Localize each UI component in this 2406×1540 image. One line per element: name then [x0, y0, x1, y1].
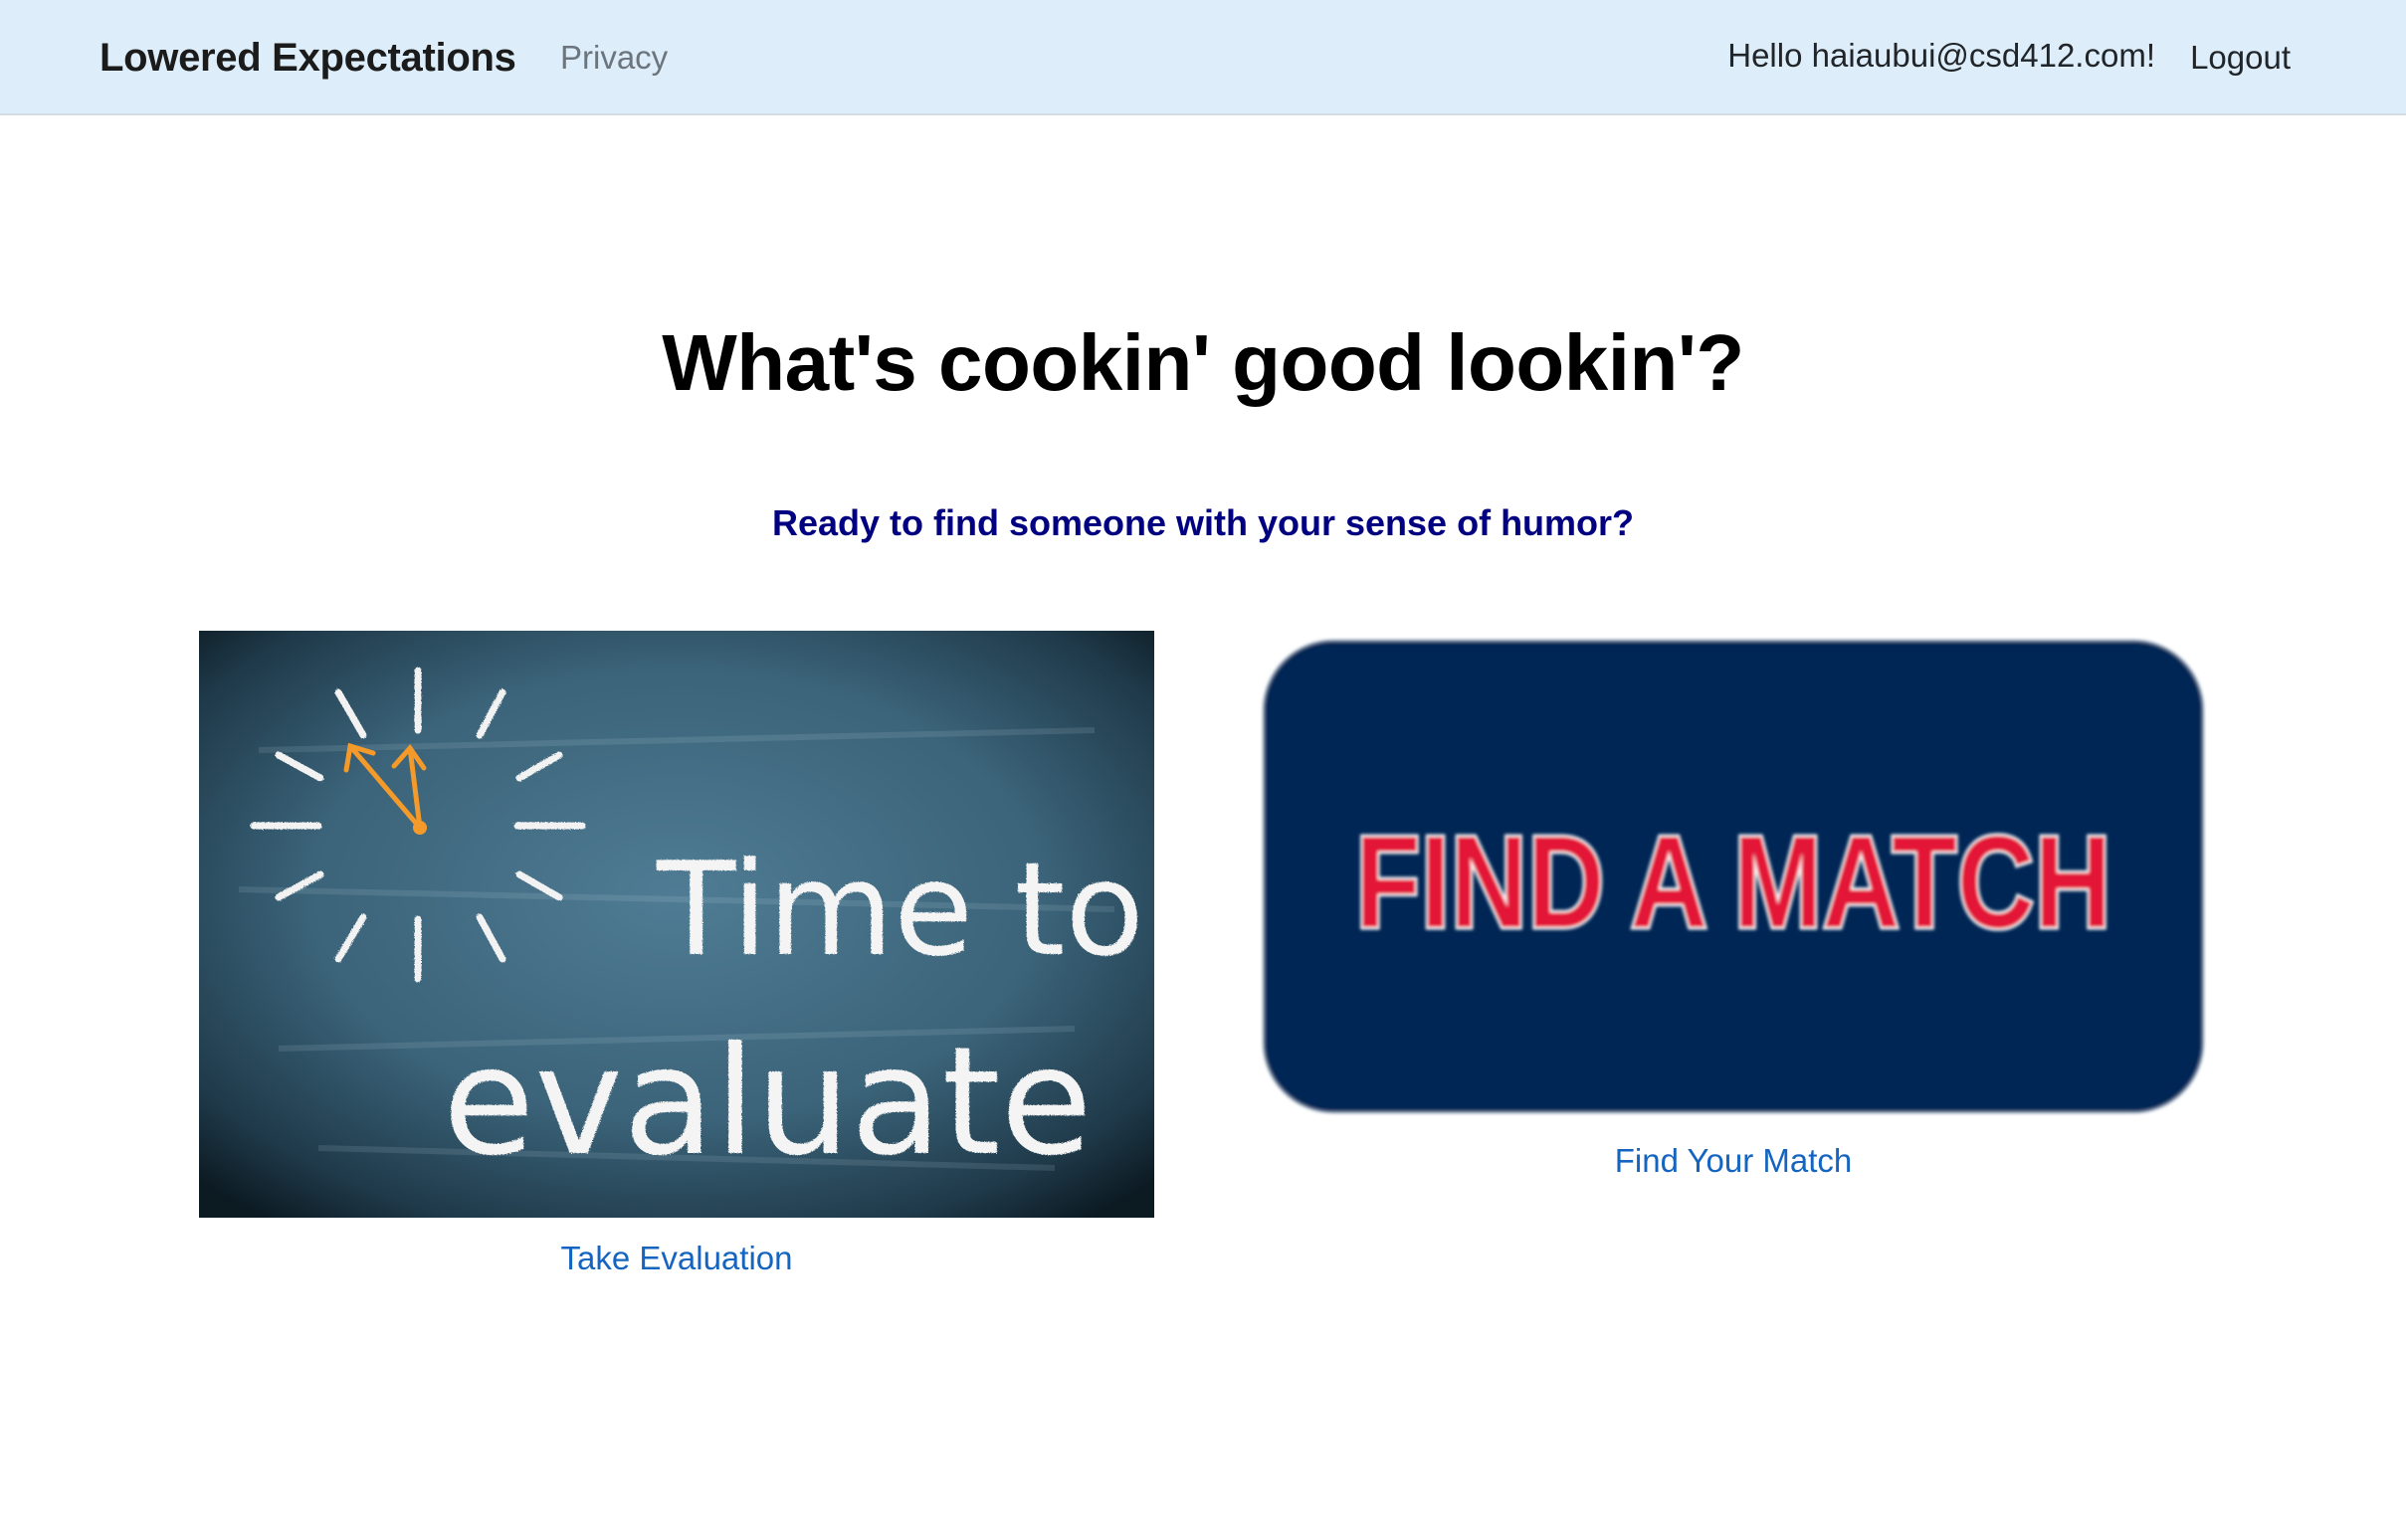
find-a-match-image[interactable]: FIND A MATCH: [1260, 637, 2207, 1116]
logout-link[interactable]: Logout: [2190, 30, 2291, 86]
image-text-time-to: Time to: [656, 834, 1144, 985]
user-greeting[interactable]: Hello haiaubui@csd412.com!: [1727, 28, 2155, 84]
page-subtitle: Ready to find someone with your sense of…: [771, 502, 1635, 543]
take-evaluation-link[interactable]: Take Evaluation: [199, 1234, 1154, 1283]
match-card: FIND A MATCH Find Your Match: [1260, 637, 2207, 1186]
time-to-evaluate-image[interactable]: Time to evaluate: [199, 631, 1154, 1218]
page-title: What's cookin' good lookin'?: [662, 318, 1744, 407]
nav-link-privacy[interactable]: Privacy: [560, 30, 668, 86]
top-navbar: Lowered Expectations Privacy Hello haiau…: [0, 0, 2406, 115]
image-text-evaluate: evaluate: [443, 1016, 1093, 1189]
find-your-match-link[interactable]: Find Your Match: [1260, 1136, 2207, 1186]
evaluation-card: Time to evaluate Take Evaluation: [199, 631, 1154, 1283]
brand-link[interactable]: Lowered Expectations: [100, 30, 516, 86]
image-text-find-a-match: FIND A MATCH: [1355, 809, 2111, 955]
